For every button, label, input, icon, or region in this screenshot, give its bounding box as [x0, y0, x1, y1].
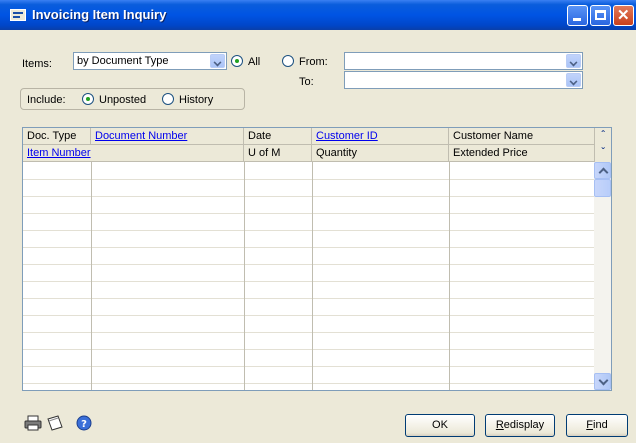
- table-row[interactable]: [23, 264, 595, 265]
- table-row[interactable]: [23, 179, 595, 180]
- col-doc-type[interactable]: Doc. Type: [23, 128, 91, 145]
- window-icon: [10, 9, 26, 21]
- table-row[interactable]: [23, 213, 595, 214]
- grid-header-row-1: Doc. Type Document Number Date Customer …: [23, 128, 595, 145]
- unposted-radio[interactable]: [82, 93, 94, 105]
- col-document-number[interactable]: Document Number: [91, 128, 244, 145]
- minimize-icon: [573, 18, 581, 21]
- find-button[interactable]: Find: [566, 414, 628, 437]
- history-label: History: [179, 94, 214, 106]
- table-row[interactable]: [23, 315, 595, 316]
- chevron-down-icon[interactable]: [210, 54, 225, 68]
- scroll-down-icon[interactable]: [594, 373, 611, 390]
- ok-button[interactable]: OK: [405, 414, 475, 437]
- grid-header-row-2: Item Number U of M Quantity Extended Pri…: [23, 145, 595, 162]
- table-row[interactable]: [23, 366, 595, 367]
- all-radio[interactable]: [231, 55, 243, 67]
- table-row[interactable]: [23, 349, 595, 350]
- table-row[interactable]: [23, 298, 595, 299]
- table-row[interactable]: [23, 383, 595, 384]
- include-label: Include:: [27, 94, 66, 106]
- results-grid[interactable]: Doc. Type Document Number Date Customer …: [22, 127, 612, 391]
- table-row[interactable]: [23, 196, 595, 197]
- from-select[interactable]: [344, 52, 583, 70]
- expand-rows-icon[interactable]: ˇ: [594, 145, 611, 162]
- col-item-number[interactable]: Item Number: [23, 145, 244, 162]
- grid-column-divider: [244, 162, 245, 390]
- close-button[interactable]: ✕: [613, 5, 634, 26]
- window-title: Invoicing Item Inquiry: [32, 7, 167, 22]
- inquiry-window: Invoicing Item Inquiry ✕ Items: by Docum…: [0, 0, 636, 443]
- chevron-down-icon[interactable]: [566, 73, 581, 87]
- close-icon: ✕: [617, 7, 630, 24]
- grid-column-divider: [449, 162, 450, 390]
- col-u-of-m[interactable]: U of M: [244, 145, 312, 162]
- col-extended-price[interactable]: Extended Price: [449, 145, 595, 162]
- redisplay-button[interactable]: Redisplay: [485, 414, 555, 437]
- col-quantity[interactable]: Quantity: [312, 145, 449, 162]
- svg-text:?: ?: [81, 419, 87, 430]
- minimize-button[interactable]: [567, 5, 588, 26]
- table-row[interactable]: [23, 281, 595, 282]
- col-customer-name[interactable]: Customer Name: [449, 128, 595, 145]
- col-date[interactable]: Date: [244, 128, 312, 145]
- note-icon[interactable]: [46, 415, 64, 431]
- grid-column-divider: [312, 162, 313, 390]
- table-row[interactable]: [23, 332, 595, 333]
- grid-column-divider: [91, 162, 92, 390]
- scroll-thumb[interactable]: [594, 179, 611, 197]
- chevron-down-icon[interactable]: [566, 54, 581, 68]
- scroll-up-icon[interactable]: [594, 162, 611, 179]
- to-select[interactable]: [344, 71, 583, 89]
- maximize-icon: [595, 10, 606, 20]
- help-icon[interactable]: ?: [76, 415, 92, 431]
- table-row[interactable]: [23, 247, 595, 248]
- all-label: All: [248, 56, 261, 68]
- title-bar[interactable]: Invoicing Item Inquiry ✕: [0, 0, 636, 30]
- collapse-rows-icon[interactable]: ˆ: [594, 128, 611, 145]
- printer-icon[interactable]: [24, 415, 42, 431]
- items-select-value: by Document Type: [77, 55, 169, 67]
- items-label: Items:: [22, 58, 52, 70]
- vertical-scrollbar[interactable]: [594, 162, 611, 390]
- col-customer-id[interactable]: Customer ID: [312, 128, 449, 145]
- items-select[interactable]: by Document Type: [73, 52, 227, 70]
- from-radio[interactable]: [282, 55, 294, 67]
- history-radio[interactable]: [162, 93, 174, 105]
- to-label: To:: [299, 76, 314, 88]
- maximize-button[interactable]: [590, 5, 611, 26]
- table-row[interactable]: [23, 230, 595, 231]
- from-label: From:: [299, 56, 328, 68]
- unposted-label: Unposted: [99, 94, 147, 106]
